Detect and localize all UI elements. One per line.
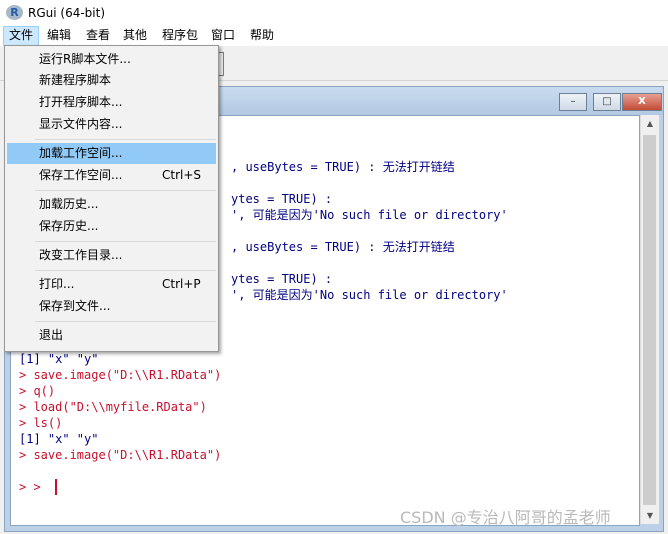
menu-item-save-workspace[interactable]: 保存工作空间... Ctrl+S (7, 165, 216, 186)
menu-item-change-dir[interactable]: 改变工作目录... (7, 245, 216, 266)
r-logo-icon: R (6, 5, 23, 20)
menu-item-label: 改变工作目录... (39, 248, 123, 262)
menu-item-print[interactable]: 打印... Ctrl+P (7, 274, 216, 295)
console-line: > save.image("D:\\R1.RData") (19, 368, 222, 382)
console-line: ytes = TRUE) : (231, 192, 333, 206)
watermark-text: CSDN @专治八阿哥的孟老师 (400, 508, 611, 527)
menu-misc[interactable]: 其他 (118, 26, 152, 46)
console-line: , useBytes = TRUE) : 无法打开链结 (231, 240, 455, 254)
menu-separator (35, 139, 216, 140)
console-line: > ls() (19, 416, 63, 430)
menu-item-label: 打印... (39, 277, 75, 291)
menu-item-label: 保存历史... (39, 219, 99, 233)
menu-separator (35, 321, 216, 322)
menu-item-save-history[interactable]: 保存历史... (7, 216, 216, 237)
menu-item-label: 运行R脚本文件... (39, 52, 131, 66)
scroll-up-arrow-icon[interactable]: ▲ (641, 115, 659, 132)
console-line: > load("D:\\myfile.RData") (19, 400, 207, 414)
console-scrollbar[interactable]: ▲ ▼ (640, 115, 659, 524)
menu-item-label: 打开程序脚本... (39, 95, 123, 109)
maximize-button[interactable]: □ (593, 93, 621, 111)
menu-item-shortcut: Ctrl+P (162, 277, 201, 291)
menu-item-label: 新建程序脚本 (39, 73, 112, 87)
menu-item-label: 保存工作空间... (39, 168, 123, 182)
menu-separator (35, 241, 216, 242)
menu-windows[interactable]: 窗口 (206, 26, 240, 46)
scrollbar-thumb[interactable] (643, 135, 656, 505)
menu-item-load-workspace[interactable]: 加载工作空间... (7, 143, 216, 164)
menu-file[interactable]: 文件 (3, 26, 40, 46)
console-line: , useBytes = TRUE) : 无法打开链结 (231, 160, 455, 174)
menu-item-shortcut: Ctrl+S (162, 168, 202, 182)
menu-bar: 文件 编辑 查看 其他 程序包 窗口 帮助 (0, 26, 668, 46)
menu-edit[interactable]: 编辑 (42, 26, 76, 46)
menu-item-exit[interactable]: 退出 (7, 325, 216, 346)
console-line: [1] "x" "y" (19, 432, 99, 446)
menu-item-label: 保存到文件... (39, 299, 111, 313)
console-line: [1] "x" "y" (19, 352, 99, 366)
console-line: ', 可能是因为'No such file or directory' (231, 288, 508, 302)
console-line: ', 可能是因为'No such file or directory' (231, 208, 508, 222)
menu-packages[interactable]: 程序包 (157, 26, 203, 46)
console-line: > save.image("D:\\R1.RData") (19, 448, 222, 462)
menu-separator (35, 270, 216, 271)
close-button[interactable]: X (622, 93, 662, 111)
menu-item-open-script[interactable]: 打开程序脚本... (7, 92, 216, 113)
menu-item-save-to-file[interactable]: 保存到文件... (7, 296, 216, 317)
menu-item-run-script[interactable]: 运行R脚本文件... (7, 49, 216, 70)
console-line: > q() (19, 384, 56, 398)
window-title: RGui (64-bit) (28, 6, 106, 20)
text-cursor (55, 479, 57, 495)
console-line: ytes = TRUE) : (231, 272, 333, 286)
menu-item-label: 加载工作空间... (39, 146, 123, 160)
file-menu-dropdown: 运行R脚本文件... 新建程序脚本 打开程序脚本... 显示文件内容... 加载… (4, 45, 219, 352)
title-bar: R RGui (64-bit) (0, 0, 668, 26)
menu-item-display-file[interactable]: 显示文件内容... (7, 114, 216, 135)
menu-separator (35, 190, 216, 191)
scroll-down-arrow-icon[interactable]: ▼ (641, 507, 659, 524)
menu-item-load-history[interactable]: 加载历史... (7, 194, 216, 215)
menu-help[interactable]: 帮助 (245, 26, 279, 46)
menu-item-new-script[interactable]: 新建程序脚本 (7, 70, 216, 91)
menu-item-label: 退出 (39, 328, 64, 342)
console-prompt: > > (19, 480, 41, 494)
minimize-button[interactable]: – (559, 93, 587, 111)
menu-item-label: 显示文件内容... (39, 117, 123, 131)
menu-item-label: 加载历史... (39, 197, 99, 211)
menu-view[interactable]: 查看 (81, 26, 115, 46)
